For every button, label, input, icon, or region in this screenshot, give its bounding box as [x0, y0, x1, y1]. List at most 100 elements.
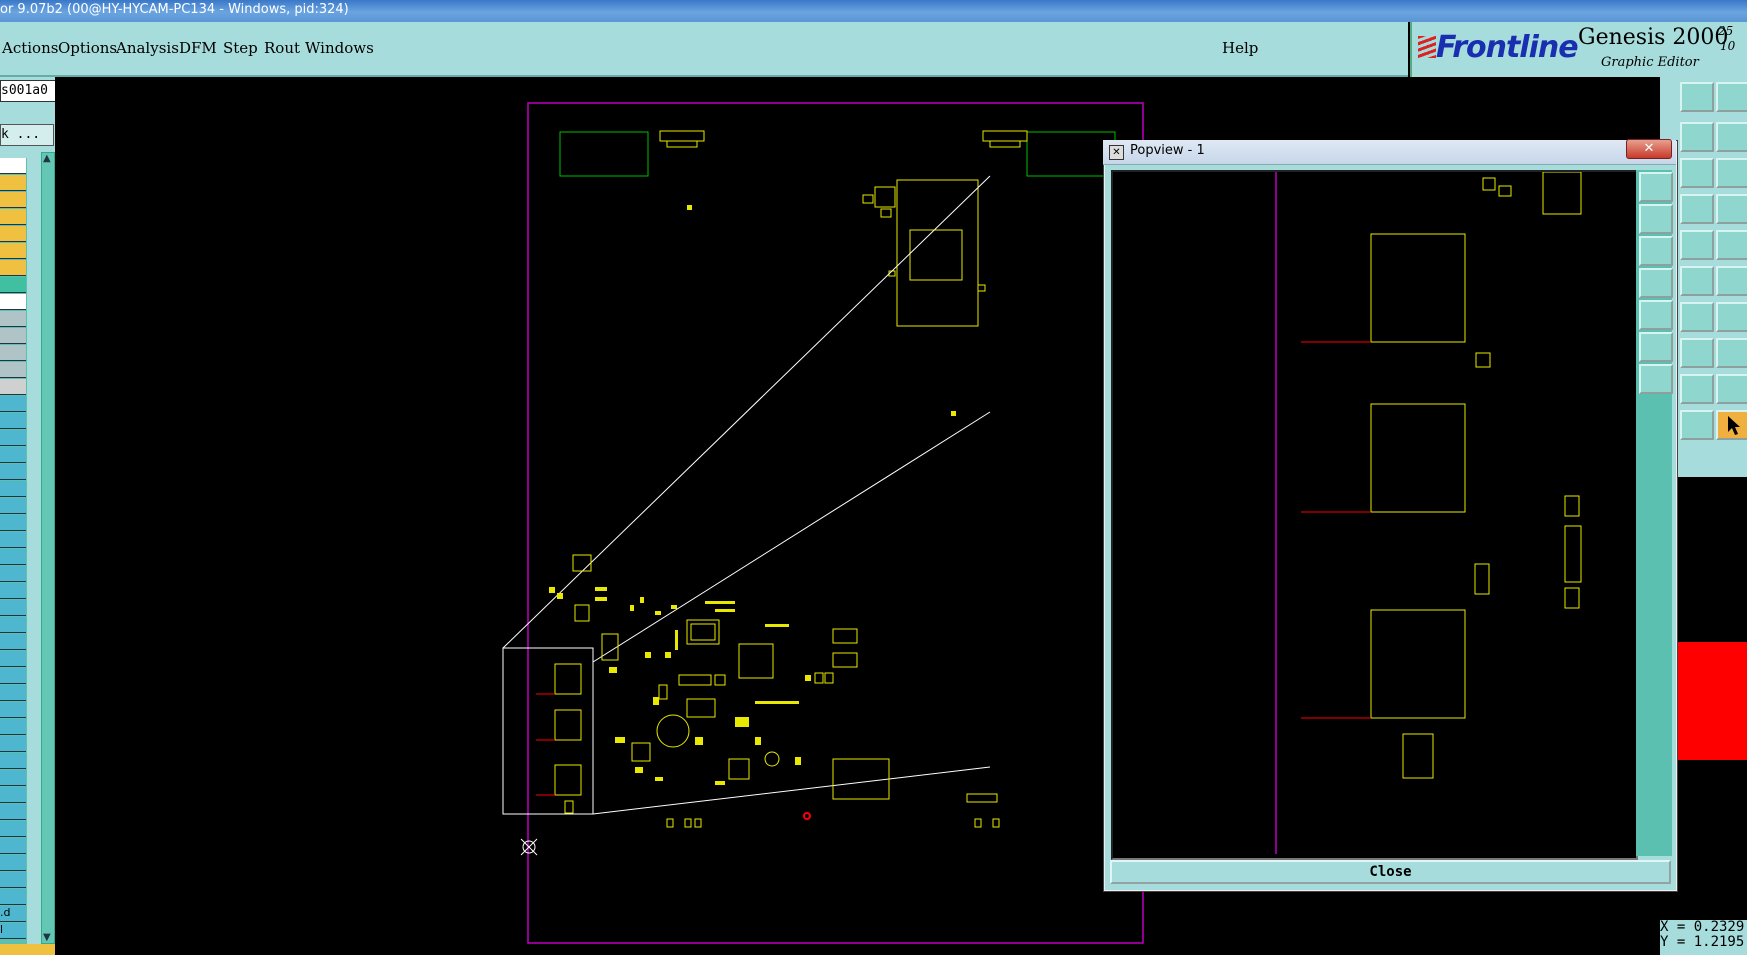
delete-cross-icon[interactable]	[1716, 266, 1747, 296]
layer-row[interactable]	[0, 889, 26, 905]
layer-row[interactable]	[0, 243, 26, 259]
layer-row[interactable]	[0, 379, 26, 395]
layer-row[interactable]	[0, 192, 26, 208]
tool-button-13[interactable]	[1680, 302, 1714, 332]
layer-row[interactable]	[0, 838, 26, 854]
menu-windows[interactable]: Windows	[305, 39, 374, 57]
layer-row[interactable]	[0, 804, 26, 820]
layer-row[interactable]	[0, 464, 26, 480]
layer-row[interactable]	[0, 277, 26, 293]
popview-canvas[interactable]	[1111, 170, 1638, 860]
layer-row[interactable]	[0, 821, 26, 837]
job-name-field[interactable]: s001a0	[0, 80, 56, 102]
layer-row[interactable]	[0, 447, 26, 463]
popview-tool-3[interactable]	[1639, 236, 1673, 266]
window-title-bar: or 9.07b2 (00@HY-HYCAM-PC134 - Windows, …	[0, 0, 1747, 22]
tool-button-9[interactable]	[1680, 230, 1714, 260]
layer-row[interactable]	[0, 175, 26, 191]
layer-row[interactable]	[0, 651, 26, 667]
popview-tool-2[interactable]	[1639, 204, 1673, 234]
popview-tool-1[interactable]	[1639, 172, 1673, 202]
layer-row[interactable]	[0, 617, 26, 633]
popview-tool-6[interactable]	[1639, 332, 1673, 362]
popview-tool-5[interactable]	[1639, 300, 1673, 330]
tool-button-1[interactable]	[1680, 82, 1714, 112]
menu-step[interactable]: Step	[223, 39, 258, 57]
tool-button-2[interactable]	[1716, 82, 1747, 112]
tool-button-15[interactable]	[1680, 338, 1714, 368]
menu-rout[interactable]: Rout	[264, 39, 300, 57]
layer-row[interactable]	[0, 413, 26, 429]
tool-button-5[interactable]	[1680, 158, 1714, 188]
red-traces	[536, 693, 555, 796]
layer-row[interactable]	[0, 787, 26, 803]
tool-button-18[interactable]	[1716, 374, 1747, 404]
layer-row[interactable]	[0, 481, 26, 497]
layer-row[interactable]	[0, 770, 26, 786]
tool-button-8[interactable]	[1716, 194, 1747, 224]
line-tool-icon[interactable]	[1716, 302, 1747, 332]
layer-row[interactable]	[0, 158, 26, 174]
layer-row[interactable]	[0, 855, 26, 871]
menu-dfm[interactable]: DFM	[179, 39, 217, 57]
layer-row[interactable]	[0, 396, 26, 412]
tool-button-19[interactable]	[1680, 410, 1714, 440]
layer-row[interactable]	[0, 362, 26, 378]
tool-button-10[interactable]	[1716, 230, 1747, 260]
layer-row[interactable]	[0, 685, 26, 701]
popview-tool-7[interactable]	[1639, 364, 1673, 394]
layer-row[interactable]	[0, 719, 26, 735]
layer-row[interactable]: .d	[0, 906, 26, 922]
layer-row[interactable]	[0, 515, 26, 531]
layer-row[interactable]	[0, 226, 26, 242]
select-arrow-icon[interactable]	[1716, 410, 1747, 440]
layer-list-scrollbar[interactable]: ▲ ▼	[41, 152, 55, 944]
layer-list: .d l	[0, 158, 27, 948]
tool-button-4[interactable]	[1716, 122, 1747, 152]
product-name: Genesis 2000	[1578, 25, 1729, 50]
menu-options[interactable]: Options	[58, 39, 117, 57]
zoom-fit-icon[interactable]	[1716, 158, 1747, 188]
menu-actions[interactable]: Actions	[2, 39, 58, 57]
popview-tool-4[interactable]	[1639, 268, 1673, 298]
layer-row[interactable]	[0, 345, 26, 361]
scroll-down-icon[interactable]: ▼	[43, 932, 51, 943]
layer-row[interactable]	[0, 328, 26, 344]
component-pad	[659, 130, 705, 142]
layer-row[interactable]	[0, 430, 26, 446]
layer-filter-button[interactable]: k ...	[0, 124, 54, 146]
menu-help[interactable]: Help	[1222, 39, 1258, 57]
popview-drawing	[1275, 172, 1582, 854]
tool-button-11[interactable]	[1680, 266, 1714, 296]
layer-row[interactable]	[0, 583, 26, 599]
window-title: or 9.07b2 (00@HY-HYCAM-PC134 - Windows, …	[0, 2, 349, 17]
layer-row[interactable]: l	[0, 923, 26, 939]
popview-close-button[interactable]: Close	[1110, 860, 1671, 884]
layer-row[interactable]	[0, 311, 26, 327]
layer-row[interactable]	[0, 753, 26, 769]
component-pad	[687, 205, 692, 210]
layer-row[interactable]	[0, 532, 26, 548]
layer-row[interactable]	[0, 566, 26, 582]
close-icon[interactable]: ✕	[1626, 139, 1672, 159]
layer-row[interactable]	[0, 209, 26, 225]
scroll-up-icon[interactable]: ▲	[43, 153, 51, 164]
layer-row[interactable]	[0, 260, 26, 276]
layer-row[interactable]	[0, 668, 26, 684]
tool-button-7[interactable]	[1680, 194, 1714, 224]
layer-row[interactable]	[0, 702, 26, 718]
tool-button-3[interactable]	[1680, 122, 1714, 152]
layer-row[interactable]	[0, 872, 26, 888]
component-outline	[909, 229, 963, 281]
layer-row[interactable]	[0, 736, 26, 752]
coordinate-readout: X = 0.2329 Y = 1.2195	[1660, 920, 1747, 955]
popview-window-icon: ✕	[1109, 145, 1124, 160]
layer-row[interactable]	[0, 600, 26, 616]
layer-row[interactable]	[0, 549, 26, 565]
layer-row[interactable]	[0, 294, 26, 310]
menu-analysis[interactable]: Analysis	[116, 39, 179, 57]
layer-row[interactable]	[0, 634, 26, 650]
tool-button-17[interactable]	[1680, 374, 1714, 404]
layer-row[interactable]	[0, 498, 26, 514]
tool-button-16[interactable]	[1716, 338, 1747, 368]
